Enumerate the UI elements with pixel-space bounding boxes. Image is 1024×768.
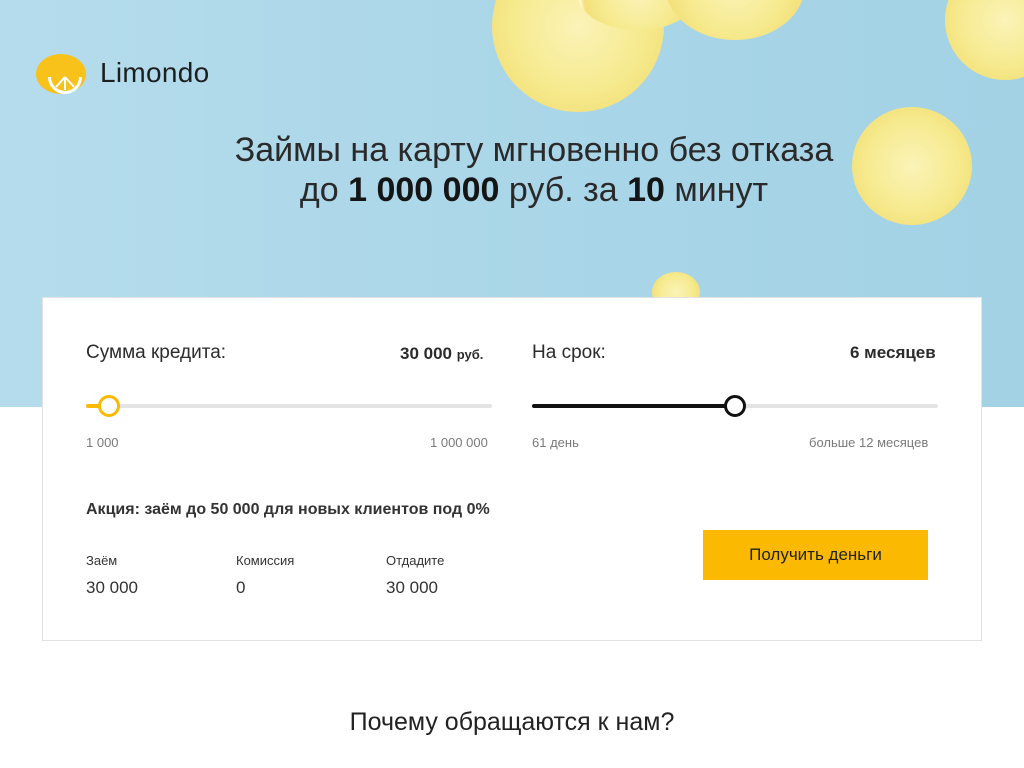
term-min: 61 день bbox=[532, 435, 579, 450]
term-slider-fill bbox=[532, 404, 735, 408]
amount-min: 1 000 bbox=[86, 435, 119, 450]
get-money-button[interactable]: Получить деньги bbox=[703, 530, 928, 580]
hero-headline: Займы на карту мгновенно без отказа до 1… bbox=[0, 130, 1024, 210]
term-value: 6 месяцев bbox=[850, 343, 936, 362]
headline-minutes: 10 bbox=[627, 171, 665, 209]
summary-repay-label: Отдадите bbox=[386, 553, 445, 568]
loan-calculator-card: Сумма кредита: 30 000 руб. 1 000 1 000 0… bbox=[42, 297, 982, 641]
term-max: больше 12 месяцев bbox=[809, 435, 929, 450]
headline-amount: 1 000 000 bbox=[348, 171, 500, 209]
brand-logo[interactable]: Limondo bbox=[34, 49, 210, 97]
summary-loan-value: 30 000 bbox=[86, 578, 138, 597]
amount-max: 1 000 000 bbox=[430, 435, 488, 450]
promo-text: Акция: заём до 50 000 для новых клиентов… bbox=[86, 501, 490, 518]
term-label: На срок: bbox=[532, 342, 606, 363]
summary-fee-value: 0 bbox=[236, 578, 246, 597]
summary-loan-label: Заём bbox=[86, 553, 118, 568]
headline-line-1: Займы на карту мгновенно без отказа bbox=[234, 131, 834, 169]
amount-label: Сумма кредита: bbox=[86, 342, 227, 363]
lemon-logo-icon bbox=[34, 49, 92, 97]
amount-number: 30 000 bbox=[400, 344, 452, 363]
summary-fee-label: Комиссия bbox=[236, 553, 295, 568]
summary-repay-value: 30 000 bbox=[386, 578, 438, 597]
lemon-slice-image bbox=[665, 0, 805, 40]
amount-slider-track[interactable] bbox=[86, 404, 492, 408]
headline-line-2: до 1 000 000 руб. за 10 минут bbox=[0, 170, 1024, 210]
brand-name: Limondo bbox=[100, 57, 210, 88]
amount-value: 30 000 руб. bbox=[400, 344, 483, 364]
term-slider-handle[interactable] bbox=[724, 395, 746, 417]
amount-unit: руб. bbox=[456, 347, 484, 362]
amount-slider-handle[interactable] bbox=[98, 395, 121, 417]
why-us-heading: Почему обращаются к нам? bbox=[349, 708, 675, 736]
headline-mid: руб. за bbox=[508, 171, 618, 209]
headline-prefix: до bbox=[299, 171, 339, 209]
headline-suffix: минут bbox=[674, 171, 769, 209]
lemon-slice-image bbox=[945, 0, 1024, 80]
